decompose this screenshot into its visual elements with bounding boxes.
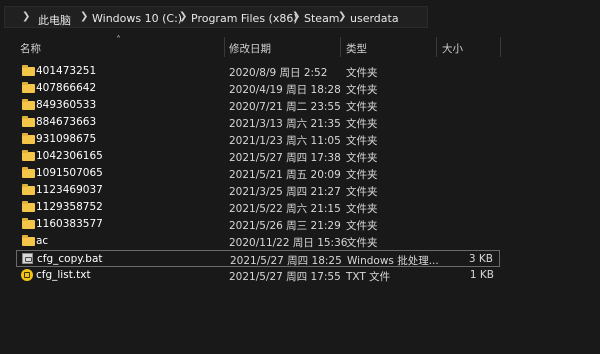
column-header: ˄ 名称 修改日期 类型 大小: [0, 35, 600, 59]
list-item[interactable]: 1091507065 2021/5/21 周五 20:09 文件夹: [16, 165, 500, 182]
file-type: 文件夹: [346, 220, 378, 232]
file-name: 1129358752: [36, 201, 103, 213]
list-item[interactable]: 1123469037 2021/3/25 周四 21:27 文件夹: [16, 182, 500, 199]
breadcrumb-steam[interactable]: Steam: [304, 12, 340, 25]
file-type: 文件夹: [346, 186, 378, 198]
list-item[interactable]: cfg_list.txt 2021/5/27 周四 17:55 TXT 文件 1…: [16, 267, 500, 284]
file-name: ac: [36, 235, 49, 247]
file-name: 884673663: [36, 116, 97, 128]
file-name: 931098675: [36, 133, 97, 145]
folder-icon: [22, 82, 35, 93]
file-date: 2020/8/9 周日 2:52: [229, 67, 328, 79]
file-type: 文件夹: [346, 135, 378, 147]
folder-icon: [22, 99, 35, 110]
address-bar: ❯ 此电脑 ❯ Windows 10 (C:) ❯ Program Files …: [0, 0, 600, 34]
file-name: 1042306165: [36, 150, 103, 162]
file-date: 2021/3/13 周六 21:35: [229, 118, 341, 130]
breadcrumb-drive[interactable]: Windows 10 (C:): [92, 12, 182, 25]
file-date: 2021/5/21 周五 20:09: [229, 169, 341, 181]
batch-file-icon: [22, 253, 33, 264]
file-type: 文件夹: [346, 101, 378, 113]
list-item[interactable]: 931098675 2021/1/23 周六 11:05 文件夹: [16, 131, 500, 148]
breadcrumb-this-pc[interactable]: 此电脑: [38, 12, 71, 28]
file-name: 1160383577: [36, 218, 103, 230]
file-name: 407866642: [36, 82, 97, 94]
file-type: 文件夹: [346, 152, 378, 164]
list-item[interactable]: 1042306165 2021/5/27 周四 17:38 文件夹: [16, 148, 500, 165]
file-name: 1123469037: [36, 184, 103, 196]
file-name: 401473251: [36, 65, 97, 77]
file-type: 文件夹: [346, 118, 378, 130]
list-item[interactable]: 401473251 2020/8/9 周日 2:52 文件夹: [16, 63, 500, 80]
folder-icon: [22, 235, 35, 246]
chevron-right-icon[interactable]: ❯: [179, 11, 187, 22]
file-name: cfg_copy.bat: [37, 253, 103, 265]
list-item[interactable]: 884673663 2021/3/13 周六 21:35 文件夹: [16, 114, 500, 131]
file-type: 文件夹: [346, 203, 378, 215]
file-name: 849360533: [36, 99, 97, 111]
file-name: cfg_list.txt: [36, 269, 91, 281]
folder-icon: [22, 167, 35, 178]
file-date: 2020/4/19 周日 18:28: [229, 84, 341, 96]
file-type: Windows 批处理...: [347, 255, 439, 267]
column-divider[interactable]: [340, 37, 341, 57]
column-type[interactable]: 类型: [346, 41, 367, 56]
list-item[interactable]: 1129358752 2021/5/22 周六 21:15 文件夹: [16, 199, 500, 216]
file-date: 2021/5/27 周四 18:25: [230, 255, 342, 267]
folder-icon: [22, 150, 35, 161]
breadcrumb-program-files[interactable]: Program Files (x86): [191, 12, 298, 25]
file-name: 1091507065: [36, 167, 103, 179]
folder-icon: [22, 201, 35, 212]
file-date: 2021/5/27 周四 17:55: [229, 271, 341, 283]
file-type: 文件夹: [346, 84, 378, 96]
file-type: 文件夹: [346, 237, 378, 249]
column-divider[interactable]: [500, 37, 501, 57]
list-item[interactable]: 407866642 2020/4/19 周日 18:28 文件夹: [16, 80, 500, 97]
text-file-icon: [21, 269, 33, 281]
chevron-right-icon[interactable]: ❯: [338, 11, 346, 22]
breadcrumb-userdata[interactable]: userdata: [350, 12, 399, 25]
address-path[interactable]: ❯ 此电脑 ❯ Windows 10 (C:) ❯ Program Files …: [4, 6, 428, 28]
file-date: 2020/11/22 周日 15:36: [229, 237, 348, 249]
folder-icon: [22, 116, 35, 127]
file-type: TXT 文件: [346, 271, 391, 283]
column-divider[interactable]: [436, 37, 437, 57]
folder-icon: [22, 184, 35, 195]
file-date: 2021/5/22 周六 21:15: [229, 203, 341, 215]
folder-icon: [22, 65, 35, 76]
sort-ascending-icon: ˄: [116, 35, 121, 46]
chevron-right-icon[interactable]: ❯: [22, 11, 30, 22]
file-date: 2021/1/23 周六 11:05: [229, 135, 341, 147]
file-type: 文件夹: [346, 169, 378, 181]
list-item[interactable]: ac 2020/11/22 周日 15:36 文件夹: [16, 233, 500, 250]
file-type: 文件夹: [346, 67, 378, 79]
folder-icon: [22, 133, 35, 144]
file-size: 1 KB: [469, 269, 494, 281]
column-divider[interactable]: [224, 37, 225, 57]
list-item[interactable]: cfg_copy.bat 2021/5/27 周四 18:25 Windows …: [16, 250, 500, 267]
chevron-right-icon[interactable]: ❯: [80, 11, 88, 22]
file-date: 2021/3/25 周四 21:27: [229, 186, 341, 198]
list-item[interactable]: 849360533 2020/7/21 周二 23:55 文件夹: [16, 97, 500, 114]
column-name[interactable]: 名称: [20, 41, 41, 56]
chevron-right-icon[interactable]: ❯: [292, 11, 300, 22]
file-date: 2021/5/26 周三 21:29: [229, 220, 341, 232]
file-date: 2021/5/27 周四 17:38: [229, 152, 341, 164]
column-size[interactable]: 大小: [442, 41, 463, 56]
file-size: 3 KB: [468, 253, 493, 265]
file-date: 2020/7/21 周二 23:55: [229, 101, 341, 113]
column-date[interactable]: 修改日期: [229, 41, 271, 56]
list-item[interactable]: 1160383577 2021/5/26 周三 21:29 文件夹: [16, 216, 500, 233]
folder-icon: [22, 218, 35, 229]
